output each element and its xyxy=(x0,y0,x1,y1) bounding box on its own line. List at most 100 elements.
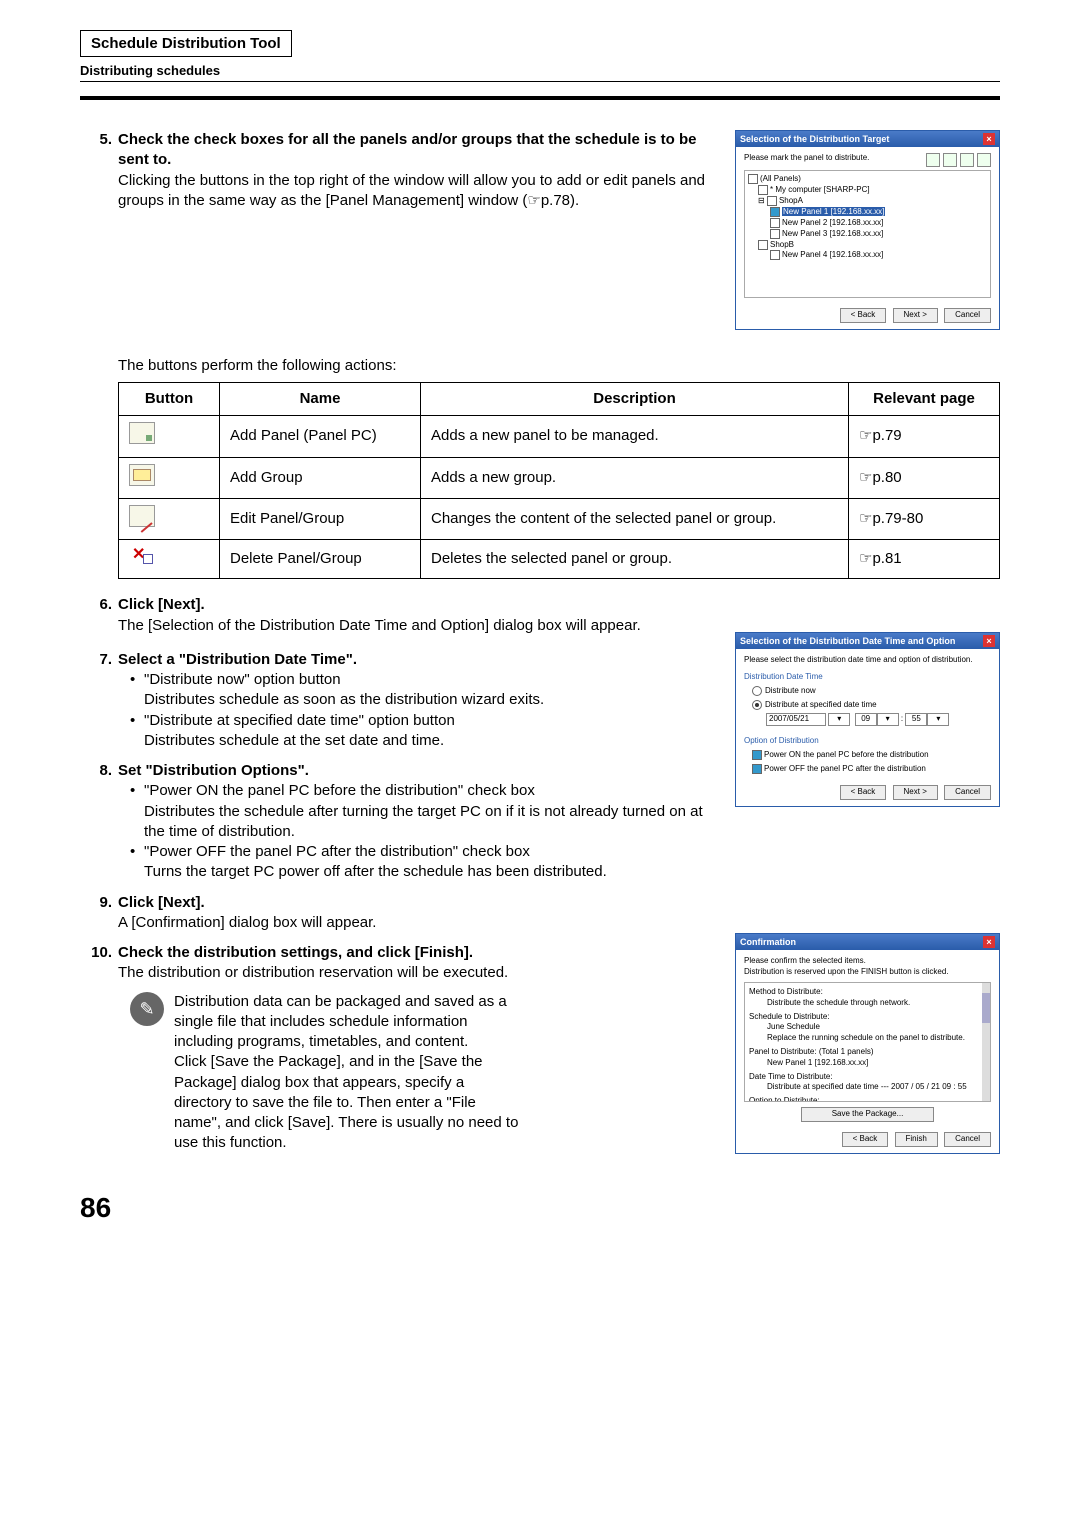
conf-datetime: Date Time to Distribute: xyxy=(749,1072,986,1083)
tip2: Click [Save the Package], and in the [Sa… xyxy=(174,1053,518,1151)
conf-method-val: Distribute the schedule through network. xyxy=(767,998,986,1009)
next-button[interactable]: Next > xyxy=(893,308,938,323)
close-icon[interactable]: × xyxy=(983,133,995,145)
radio-now-label: Distribute now xyxy=(765,686,816,695)
back-button[interactable]: < Back xyxy=(840,785,887,800)
row0-desc: Adds a new panel to be managed. xyxy=(421,416,849,457)
dialog1-instruction: Please mark the panel to distribute. xyxy=(744,153,869,167)
dialog-datetime-option: Selection of the Distribution Date Time … xyxy=(735,632,1000,807)
edit-icon[interactable] xyxy=(960,153,974,167)
step7-b2: "Distribute at specified date time" opti… xyxy=(144,712,455,729)
dialog3-title: Confirmation xyxy=(740,936,796,948)
page-number: 86 xyxy=(80,1192,1000,1224)
step9-heading: Click [Next]. xyxy=(118,894,205,911)
step10-heading: Check the distribution settings, and cli… xyxy=(118,944,473,961)
tip1: Distribution data can be packaged and sa… xyxy=(174,993,507,1051)
group-option: Option of Distribution xyxy=(744,736,991,747)
dialog1-title: Selection of the Distribution Target xyxy=(740,133,889,145)
conf-schedule-val1: June Schedule xyxy=(767,1022,986,1033)
cancel-button[interactable]: Cancel xyxy=(944,785,991,800)
conf-option: Option to Distribute: xyxy=(749,1096,986,1102)
tip-icon: ✎ xyxy=(130,992,164,1026)
back-button[interactable]: < Back xyxy=(840,308,887,323)
cancel-button[interactable]: Cancel xyxy=(944,308,991,323)
radio-specified-label: Distribute at specified date time xyxy=(765,700,877,709)
cancel-button[interactable]: Cancel xyxy=(944,1132,991,1147)
add-group-icon xyxy=(129,464,155,486)
conf-schedule: Schedule to Distribute: xyxy=(749,1012,986,1023)
th-name: Name xyxy=(220,383,421,416)
step7-b2desc: Distributes schedule at the set date and… xyxy=(144,732,444,749)
scrollbar[interactable] xyxy=(982,993,990,1023)
dialog2-instruction: Please select the distribution date time… xyxy=(744,655,991,666)
tree-panel2[interactable]: New Panel 2 [192.168.xx.xx] xyxy=(782,218,883,227)
add-group-icon[interactable] xyxy=(943,153,957,167)
step6-body: The [Selection of the Distribution Date … xyxy=(118,617,641,634)
close-icon[interactable]: × xyxy=(983,936,995,948)
row1-name: Add Group xyxy=(220,457,421,498)
tree-panel3[interactable]: New Panel 3 [192.168.xx.xx] xyxy=(782,229,883,238)
conf-method: Method to Distribute: xyxy=(749,987,986,998)
step8-b2: "Power OFF the panel PC after the distri… xyxy=(144,843,530,860)
finish-button[interactable]: Finish xyxy=(895,1132,938,1147)
tree-shopA: ShopA xyxy=(779,196,803,205)
row0-page: ☞p.79 xyxy=(849,416,1000,457)
minute-field[interactable]: 55 xyxy=(905,713,927,726)
step9-body: A [Confirmation] dialog box will appear. xyxy=(118,914,376,931)
next-button[interactable]: Next > xyxy=(893,785,938,800)
row2-name: Edit Panel/Group xyxy=(220,498,421,539)
tree-shopB: ShopB xyxy=(770,240,794,249)
step7-b1desc: Distributes schedule as soon as the dist… xyxy=(144,691,544,708)
row3-page: ☞p.81 xyxy=(849,540,1000,579)
step5-body: Clicking the buttons in the top right of… xyxy=(118,172,705,209)
checkbox-poweroff[interactable] xyxy=(752,764,762,774)
tree-panel1[interactable]: New Panel 1 [192.168.xx.xx] xyxy=(782,207,885,216)
close-icon[interactable]: × xyxy=(983,635,995,647)
row1-desc: Adds a new group. xyxy=(421,457,849,498)
step10-num: 10. xyxy=(80,943,118,963)
step7-num: 7. xyxy=(80,650,118,670)
tree-mycomputer: * My computer [SHARP-PC] xyxy=(770,185,870,194)
edit-icon xyxy=(129,505,155,527)
conf-panel: Panel to Distribute: (Total 1 panels) xyxy=(749,1047,986,1058)
step5-heading: Check the check boxes for all the panels… xyxy=(118,131,696,168)
step8-b1: "Power ON the panel PC before the distri… xyxy=(144,782,535,799)
row2-desc: Changes the content of the selected pane… xyxy=(421,498,849,539)
step8-heading: Set "Distribution Options". xyxy=(118,762,309,779)
radio-now[interactable] xyxy=(752,686,762,696)
dialog3-l2: Distribution is reserved upon the FINISH… xyxy=(744,967,991,978)
step5-num: 5. xyxy=(80,130,118,150)
row3-name: Delete Panel/Group xyxy=(220,540,421,579)
buttons-table: Button Name Description Relevant page Ad… xyxy=(118,382,1000,579)
row1-page: ☞p.80 xyxy=(849,457,1000,498)
group-datetime: Distribution Date Time xyxy=(744,672,991,683)
delete-icon xyxy=(129,546,153,566)
tree-panel4[interactable]: New Panel 4 [192.168.xx.xx] xyxy=(782,251,883,260)
add-panel-icon[interactable] xyxy=(926,153,940,167)
checkbox-poweroff-label: Power OFF the panel PC after the distrib… xyxy=(764,764,926,773)
step6-heading: Click [Next]. xyxy=(118,596,205,613)
row3-desc: Deletes the selected panel or group. xyxy=(421,540,849,579)
dialog-confirmation: Confirmation × Please confirm the select… xyxy=(735,933,1000,1153)
step8-b1desc: Distributes the schedule after turning t… xyxy=(144,803,703,840)
step6-num: 6. xyxy=(80,595,118,615)
dialog-distribution-target: Selection of the Distribution Target × P… xyxy=(735,130,1000,330)
delete-icon[interactable] xyxy=(977,153,991,167)
conf-schedule-val2: Replace the running schedule on the pane… xyxy=(767,1033,986,1044)
add-panel-icon xyxy=(129,422,155,444)
hour-field[interactable]: 09 xyxy=(855,713,877,726)
row2-page: ☞p.79-80 xyxy=(849,498,1000,539)
conf-panel-val: New Panel 1 [192.168.xx.xx] xyxy=(767,1058,986,1069)
date-field[interactable]: 2007/05/21 xyxy=(766,713,826,726)
step10-body: The distribution or distribution reserva… xyxy=(118,964,508,981)
step8-b2desc: Turns the target PC power off after the … xyxy=(144,863,607,880)
conf-datetime-val: Distribute at specified date time --- 20… xyxy=(767,1082,986,1093)
tree-root: (All Panels) xyxy=(760,174,801,183)
radio-specified[interactable] xyxy=(752,700,762,710)
step8-num: 8. xyxy=(80,761,118,781)
checkbox-poweron[interactable] xyxy=(752,750,762,760)
save-package-button[interactable]: Save the Package... xyxy=(801,1107,935,1122)
header-subtitle: Distributing schedules xyxy=(80,63,1000,78)
back-button[interactable]: < Back xyxy=(842,1132,889,1147)
dialog3-l1: Please confirm the selected items. xyxy=(744,956,991,967)
